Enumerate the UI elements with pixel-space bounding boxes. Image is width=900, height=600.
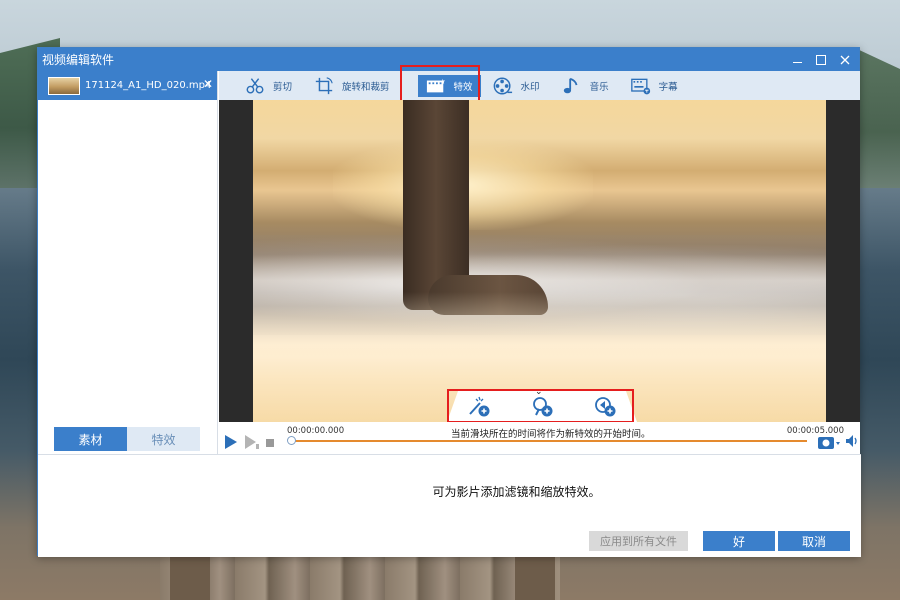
camera-icon (818, 437, 840, 449)
subtitle-icon (630, 76, 651, 96)
close-icon (840, 55, 850, 64)
timeline-track[interactable] (289, 440, 807, 442)
tool-rotate-crop-label: 旋转和裁剪 (342, 81, 390, 93)
file-name: 171124_A1_HD_020.mp4 (85, 80, 212, 91)
snapshot-button[interactable] (817, 434, 841, 453)
footer: 应用到所有文件 好 取消 (38, 454, 861, 557)
tab-material[interactable]: 素材 (54, 427, 127, 451)
tool-subtitle-label: 字幕 (658, 81, 678, 93)
stop-button[interactable] (266, 439, 274, 447)
background-post (515, 555, 555, 600)
timeline-slider[interactable] (287, 436, 296, 445)
file-list-item[interactable]: 171124_A1_HD_020.mp4 ✕ (38, 71, 217, 100)
next-frame-button[interactable] (244, 434, 260, 453)
video-preview: ⌄ (219, 100, 860, 422)
apply-to-all-button[interactable]: 应用到所有文件 (589, 531, 688, 551)
play-icon (225, 435, 237, 449)
tool-watermark-label: 水印 (520, 81, 540, 93)
close-button[interactable] (835, 48, 855, 71)
player-controls: 00:00:00.000 当前滑块所在的时间将作为新特效的开始时间。 00:00… (219, 422, 860, 454)
video-frame (253, 100, 826, 422)
tool-cut-label: 剪切 (273, 81, 293, 93)
tool-rotate-crop[interactable]: 旋转和裁剪 (306, 71, 398, 100)
left-tabs: 素材 特效 (54, 427, 200, 451)
crop-rotate-icon (314, 76, 334, 96)
tool-music-label: 音乐 (589, 81, 609, 93)
next-frame-icon (245, 435, 259, 449)
music-note-icon (562, 76, 582, 96)
ok-button[interactable]: 好 (703, 531, 775, 551)
volume-icon (846, 435, 857, 447)
tab-effects[interactable]: 特效 (127, 427, 200, 451)
remove-file-icon[interactable]: ✕ (203, 77, 213, 91)
video-editor-window: 视频编辑软件 171124_A1_HD_020.mp4 ✕ 素材 特效 剪切 旋… (37, 47, 861, 557)
file-list-panel: 171124_A1_HD_020.mp4 ✕ 素材 特效 (38, 71, 218, 454)
cancel-button[interactable]: 取消 (778, 531, 850, 551)
volume-button[interactable] (845, 434, 859, 451)
tool-music[interactable]: 音乐 (554, 71, 617, 100)
maximize-button[interactable] (811, 48, 831, 71)
watermark-reel-icon (493, 76, 513, 96)
play-button[interactable] (224, 434, 238, 453)
background-post (170, 555, 210, 600)
effects-panel-highlight (447, 389, 634, 422)
tool-subtitle[interactable]: 字幕 (623, 71, 686, 100)
background-hill-right (855, 48, 900, 188)
background-dock (160, 555, 560, 600)
effects-description: 可为影片添加滤镜和缩放特效。 (432, 485, 601, 499)
video-thumbnail (48, 76, 80, 95)
minimize-button[interactable] (787, 48, 807, 71)
time-start: 00:00:00.000 (287, 426, 345, 436)
edit-toolbar: 剪切 旋转和裁剪 特效 水印 音乐 字幕 (219, 65, 860, 107)
player-hint: 当前滑块所在的时间将作为新特效的开始时间。 (451, 429, 651, 440)
tool-cut[interactable]: 剪切 (237, 71, 300, 100)
scissors-icon (245, 76, 265, 96)
tool-watermark[interactable]: 水印 (485, 71, 548, 100)
